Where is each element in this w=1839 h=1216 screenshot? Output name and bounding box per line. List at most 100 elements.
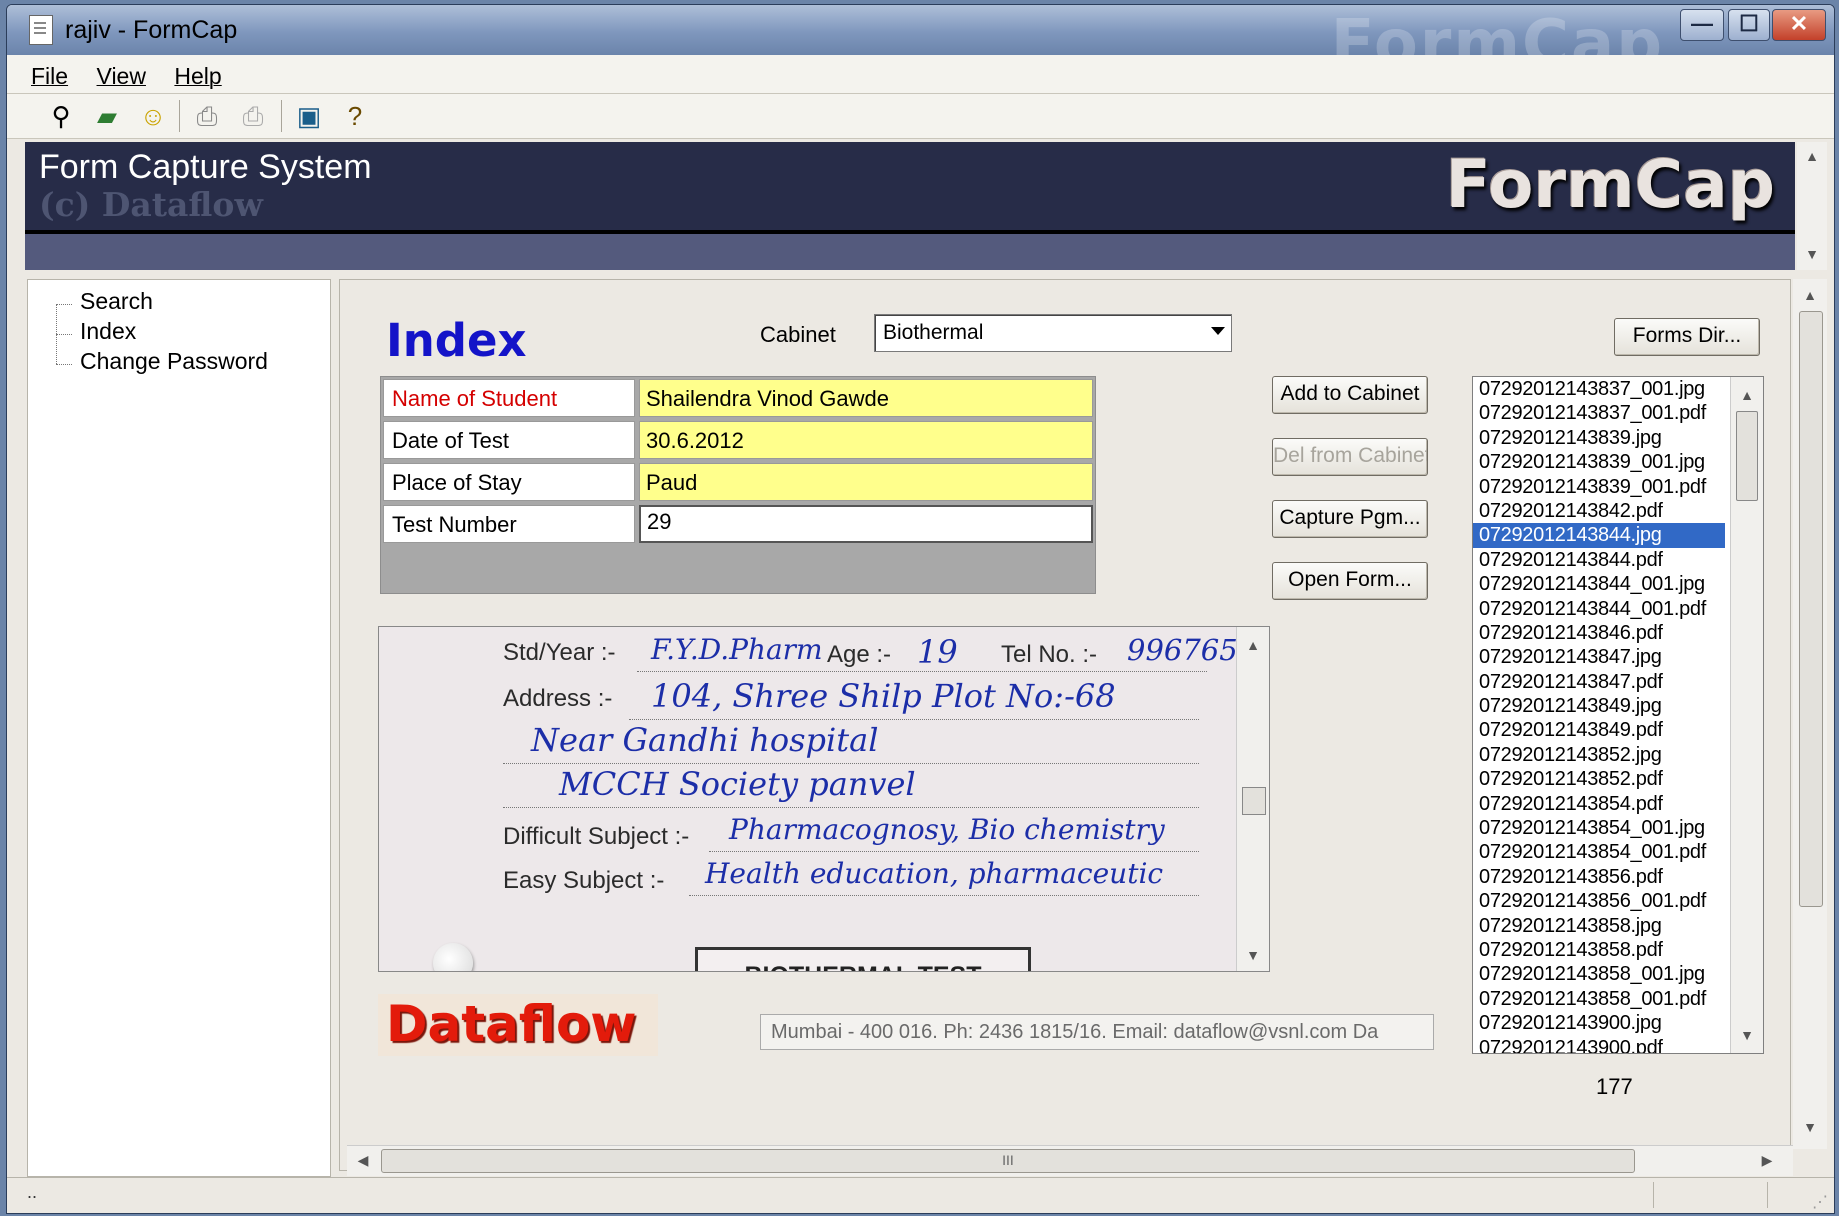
window-title: rajiv - FormCap <box>65 16 238 44</box>
binoculars-icon[interactable]: ⚲ <box>45 100 77 132</box>
scroll-up-icon[interactable]: ▲ <box>1797 148 1827 164</box>
forms-dir-button[interactable]: Forms Dir... <box>1614 318 1760 356</box>
file-list-item[interactable]: 07292012143852.pdf <box>1473 767 1725 791</box>
file-list-item[interactable]: 07292012143900.pdf <box>1473 1036 1725 1053</box>
field-input-place[interactable]: Paud <box>639 463 1093 501</box>
file-list-item[interactable]: 07292012143852.jpg <box>1473 743 1725 767</box>
field-input-name[interactable]: Shailendra Vinod Gawde <box>639 379 1093 417</box>
scanner-disabled-icon: ⎙ <box>242 101 264 131</box>
help-icon[interactable]: ? <box>339 100 371 132</box>
scroll-up-icon[interactable]: ▲ <box>1731 387 1763 403</box>
scroll-thumb[interactable] <box>1799 311 1823 907</box>
file-list-item[interactable]: 07292012143849.jpg <box>1473 694 1725 718</box>
maximize-button[interactable]: ☐ <box>1728 9 1770 41</box>
test-title-box: BIOTHERMAL TEST <box>695 947 1031 971</box>
chevron-down-icon[interactable] <box>1211 327 1225 335</box>
status-panel <box>1653 1182 1654 1208</box>
form-dotted-line <box>637 671 1207 672</box>
file-list-item[interactable]: 07292012143846.pdf <box>1473 621 1725 645</box>
scroll-down-icon[interactable]: ▼ <box>1797 246 1827 262</box>
scroll-thumb[interactable] <box>1736 411 1758 501</box>
file-count: 177 <box>1596 1074 1633 1099</box>
scroll-up-icon[interactable]: ▲ <box>1237 637 1269 653</box>
minimize-button[interactable]: — <box>1680 9 1724 41</box>
field-label-place: Place of Stay <box>383 463 635 501</box>
file-list-item[interactable]: 07292012143858.pdf <box>1473 938 1725 962</box>
scroll-down-icon[interactable]: ▼ <box>1731 1027 1763 1043</box>
menu-file[interactable]: File <box>31 63 68 90</box>
nav-item-search[interactable]: Search <box>80 288 153 315</box>
file-list-item[interactable]: 07292012143854_001.pdf <box>1473 840 1725 864</box>
file-list-item[interactable]: 07292012143837_001.jpg <box>1473 377 1725 401</box>
resize-grip-icon[interactable]: ⋰ <box>1812 1192 1828 1212</box>
file-list-item[interactable]: 07292012143844.pdf <box>1473 548 1725 572</box>
file-list-item[interactable]: 07292012143858_001.jpg <box>1473 962 1725 986</box>
file-list-item[interactable]: 07292012143854_001.jpg <box>1473 816 1725 840</box>
dataflow-logo: Dataflow <box>378 994 658 1056</box>
file-list-item[interactable]: 07292012143839_001.jpg <box>1473 450 1725 474</box>
punch-hole <box>433 943 473 971</box>
file-list-item[interactable]: 07292012143844.jpg <box>1473 523 1725 548</box>
file-list[interactable]: 07292012143837_001.jpg 07292012143837_001… <box>1472 376 1764 1054</box>
open-form-button[interactable]: Open Form... <box>1272 562 1428 600</box>
file-list-item[interactable]: 07292012143858.jpg <box>1473 914 1725 938</box>
scroll-down-icon[interactable]: ▼ <box>1237 947 1269 963</box>
field-label-name: Name of Student <box>383 379 635 417</box>
nav-item-index[interactable]: Index <box>80 318 136 345</box>
scroll-thumb[interactable]: III <box>381 1149 1635 1173</box>
toolbar: ⚲ ▰ ☺ ⎙ ⎙ ▣ ? <box>7 94 1834 139</box>
add-to-cabinet-button[interactable]: Add to Cabinet <box>1272 376 1428 414</box>
file-list-item[interactable]: 07292012143844_001.jpg <box>1473 572 1725 596</box>
close-button[interactable]: ✕ <box>1772 9 1826 41</box>
file-list-item[interactable]: 07292012143837_001.pdf <box>1473 401 1725 425</box>
std-year-handwriting: F.Y.D.Pharm <box>651 633 823 666</box>
file-list-item[interactable]: 07292012143900.jpg <box>1473 1011 1725 1035</box>
content-horizontal-scrollbar[interactable]: ◀ III ▶ <box>347 1145 1793 1176</box>
monitor-icon[interactable]: ▣ <box>293 100 325 132</box>
form-image-scrollbar[interactable]: ▲ ▼ <box>1236 627 1269 971</box>
menu-bar: File View Help <box>7 55 1834 94</box>
file-list-item[interactable]: 07292012143839.jpg <box>1473 426 1725 450</box>
file-list-item[interactable]: 07292012143856.pdf <box>1473 865 1725 889</box>
field-input-test-number[interactable]: 29 <box>639 505 1093 543</box>
scroll-thumb[interactable] <box>1242 787 1266 815</box>
menu-view[interactable]: View <box>97 63 146 90</box>
file-list-item[interactable]: 07292012143849.pdf <box>1473 718 1725 742</box>
del-from-cabinet-button: Del from Cabinet <box>1272 438 1428 476</box>
file-list-item[interactable]: 07292012143847.jpg <box>1473 645 1725 669</box>
file-list-item[interactable]: 07292012143847.pdf <box>1473 670 1725 694</box>
address-label: Address :- <box>503 685 613 712</box>
file-list-item[interactable]: 07292012143839_001.pdf <box>1473 475 1725 499</box>
scanner-icon[interactable]: ⎙ <box>191 100 223 132</box>
difficult-subject-label: Difficult Subject :- <box>503 823 690 850</box>
cabinet-select[interactable]: Biothermal <box>874 314 1232 352</box>
field-input-date[interactable]: 30.6.2012 <box>639 421 1093 459</box>
status-bar: .. ⋰ <box>7 1177 1834 1213</box>
easy-subject-handwriting: Health education, pharmaceutic <box>705 857 1164 890</box>
page-title: Index <box>386 314 527 367</box>
std-year-label: Std/Year :- <box>503 639 616 666</box>
file-list-item[interactable]: 07292012143854.pdf <box>1473 792 1725 816</box>
grip-icon: III <box>1002 1152 1014 1168</box>
scroll-left-icon[interactable]: ◀ <box>353 1152 373 1169</box>
file-list-item[interactable]: 07292012143856_001.pdf <box>1473 889 1725 913</box>
form-image-viewer[interactable]: Std/Year :- F.Y.D.Pharm Age :- 19 Tel No… <box>378 626 1270 972</box>
cabinet-icon[interactable]: ▰ <box>91 100 123 132</box>
scroll-right-icon[interactable]: ▶ <box>1757 1152 1777 1169</box>
file-list-item[interactable]: 07292012143858_001.pdf <box>1473 987 1725 1011</box>
file-list-item[interactable]: 07292012143844_001.pdf <box>1473 597 1725 621</box>
form-dotted-line <box>709 851 1199 852</box>
dataflow-contact-field[interactable]: Mumbai - 400 016. Ph: 2436 1815/16. Emai… <box>760 1014 1434 1050</box>
file-list-item[interactable]: 07292012143842.pdf <box>1473 499 1725 523</box>
field-label-test-number: Test Number <box>383 505 635 543</box>
menu-help[interactable]: Help <box>174 63 221 90</box>
banner-subtitle: (c) Dataflow <box>39 185 263 224</box>
nav-item-change-password[interactable]: Change Password <box>80 348 268 375</box>
scroll-up-icon[interactable]: ▲ <box>1793 287 1827 303</box>
user-face-icon[interactable]: ☺ <box>137 100 169 132</box>
file-list-scrollbar[interactable]: ▲ ▼ <box>1730 377 1763 1053</box>
scroll-down-icon[interactable]: ▼ <box>1793 1119 1827 1135</box>
content-vertical-scrollbar[interactable]: ▲ ▼ <box>1793 279 1827 1149</box>
banner-scrollbar[interactable]: ▲ ▼ <box>1797 142 1827 270</box>
capture-pgm-button[interactable]: Capture Pgm... <box>1272 500 1428 538</box>
